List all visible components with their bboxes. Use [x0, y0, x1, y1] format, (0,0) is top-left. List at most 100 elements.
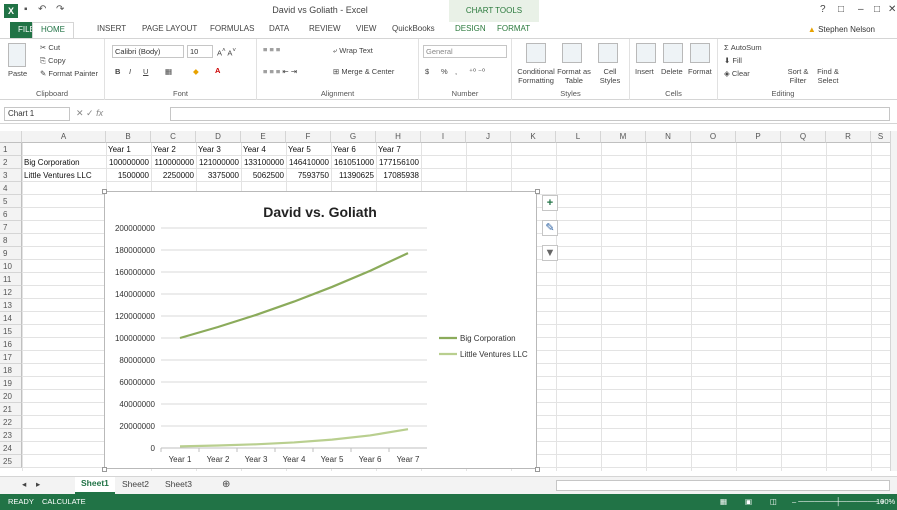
delete-cells-icon[interactable]	[663, 43, 683, 63]
row-header[interactable]: 3	[0, 169, 22, 182]
insert-button[interactable]: Insert	[635, 67, 654, 76]
cell[interactable]: Year 4	[243, 143, 284, 156]
cell[interactable]: Year 6	[333, 143, 374, 156]
cell[interactable]: 121000000	[198, 156, 239, 169]
zoom-level[interactable]: 100%	[876, 497, 895, 506]
grow-font-button[interactable]: A˄ A˅	[217, 47, 236, 58]
paste-button[interactable]: Paste	[8, 69, 27, 78]
comma-button[interactable]: ,	[455, 67, 457, 76]
sheet-nav-prev-icon[interactable]: ◂	[22, 479, 26, 490]
font-color-icon[interactable]: A	[215, 66, 220, 75]
cell[interactable]: 7593750	[288, 169, 329, 182]
row-header[interactable]: 24	[0, 442, 22, 455]
row-header[interactable]: 1	[0, 143, 22, 156]
tab-view[interactable]: VIEW	[356, 24, 376, 33]
row-header[interactable]: 14	[0, 312, 22, 325]
column-header[interactable]: H	[376, 131, 421, 143]
cell[interactable]: Year 1	[108, 143, 149, 156]
horizontal-scrollbar[interactable]	[556, 480, 890, 491]
number-format-select[interactable]: General	[423, 45, 507, 58]
bold-button[interactable]: B	[115, 67, 120, 76]
page-break-view-icon[interactable]: ◫	[770, 497, 777, 506]
row-header[interactable]: 5	[0, 195, 22, 208]
chart-elements-button[interactable]: +	[542, 195, 558, 211]
column-header[interactable]: K	[511, 131, 556, 143]
column-header[interactable]: B	[106, 131, 151, 143]
close-button[interactable]: ✕	[888, 4, 896, 15]
format-as-table-icon[interactable]	[562, 43, 582, 63]
conditional-formatting-button[interactable]: Conditional Formatting	[516, 67, 556, 85]
tab-quickbooks[interactable]: QuickBooks	[392, 24, 435, 33]
paste-icon[interactable]	[8, 43, 26, 67]
tab-formulas[interactable]: FORMULAS	[210, 24, 254, 33]
normal-view-icon[interactable]: ▦	[720, 497, 727, 506]
cell[interactable]: Big Corporation	[24, 156, 104, 169]
add-sheet-button[interactable]: ⊕	[222, 479, 230, 490]
cell-styles-button[interactable]: Cell Styles	[594, 67, 626, 85]
format-button[interactable]: Format	[688, 67, 712, 76]
align-left-icon[interactable]: ≡ ≡ ≡ ⇤ ⇥	[263, 67, 297, 76]
column-header[interactable]: Q	[781, 131, 826, 143]
column-header[interactable]: M	[601, 131, 646, 143]
format-as-table-button[interactable]: Format as Table	[556, 67, 592, 85]
column-header[interactable]: S	[871, 131, 891, 143]
find-select-button[interactable]: Find & Select	[814, 67, 842, 85]
column-header[interactable]: F	[286, 131, 331, 143]
cell[interactable]: 177156100	[378, 156, 419, 169]
row-header[interactable]: 8	[0, 234, 22, 247]
column-header[interactable]: J	[466, 131, 511, 143]
fill-color-icon[interactable]: ◆	[193, 67, 199, 76]
column-header[interactable]: D	[196, 131, 241, 143]
cell[interactable]: 11390625	[333, 169, 374, 182]
cell[interactable]: Year 2	[153, 143, 194, 156]
zoom-slider[interactable]: – ───────┼─────── +	[792, 497, 884, 506]
format-painter-button[interactable]: ✎ Format Painter	[40, 69, 98, 78]
restore-button[interactable]: □	[874, 4, 880, 15]
column-header[interactable]: L	[556, 131, 601, 143]
underline-button[interactable]: U	[143, 67, 148, 76]
row-header[interactable]: 25	[0, 455, 22, 468]
align-top-icon[interactable]: ≡ ≡ ≡	[263, 45, 280, 54]
minimize-button[interactable]: –	[858, 4, 864, 15]
chart-resize-handle[interactable]	[102, 467, 107, 472]
row-header[interactable]: 11	[0, 273, 22, 286]
column-header[interactable]: G	[331, 131, 376, 143]
chart-resize-handle[interactable]	[535, 189, 540, 194]
wrap-text-button[interactable]: ⤶ Wrap Text	[333, 46, 373, 56]
cell[interactable]: Little Ventures LLC	[24, 169, 104, 182]
cell-styles-icon[interactable]	[598, 43, 618, 63]
row-header[interactable]: 22	[0, 416, 22, 429]
tab-data[interactable]: DATA	[269, 24, 289, 33]
cell[interactable]: Year 5	[288, 143, 329, 156]
chart-resize-handle[interactable]	[102, 189, 107, 194]
tab-home[interactable]: HOME	[32, 22, 74, 38]
row-header[interactable]: 10	[0, 260, 22, 273]
row-header[interactable]: 18	[0, 364, 22, 377]
formula-input[interactable]	[170, 107, 890, 121]
cut-button[interactable]: ✂ Cut	[40, 43, 60, 52]
cell[interactable]: 1500000	[108, 169, 149, 182]
currency-button[interactable]: $	[425, 67, 429, 76]
row-header[interactable]: 20	[0, 390, 22, 403]
merge-center-button[interactable]: ⊞ Merge & Center	[333, 67, 394, 76]
percent-button[interactable]: %	[441, 67, 448, 76]
column-header[interactable]: O	[691, 131, 736, 143]
name-box[interactable]: Chart 1	[4, 107, 70, 121]
chart-styles-button[interactable]: ✎	[542, 220, 558, 236]
row-header[interactable]: 12	[0, 286, 22, 299]
row-header[interactable]: 4	[0, 182, 22, 195]
autosum-button[interactable]: Σ AutoSum	[724, 43, 762, 52]
row-header[interactable]: 2	[0, 156, 22, 169]
insert-cells-icon[interactable]	[636, 43, 656, 63]
cell[interactable]: 161051000	[333, 156, 374, 169]
copy-button[interactable]: ⎘ Copy	[40, 56, 66, 66]
page-layout-view-icon[interactable]: ▣	[745, 497, 752, 506]
column-header[interactable]: P	[736, 131, 781, 143]
conditional-formatting-icon[interactable]	[526, 43, 546, 63]
chart[interactable]: David vs. Goliath 0 20000000 40000000 600000…	[104, 191, 537, 469]
cell[interactable]: 5062500	[243, 169, 284, 182]
row-header[interactable]: 6	[0, 208, 22, 221]
column-header[interactable]: N	[646, 131, 691, 143]
help-icon[interactable]: ?	[820, 4, 826, 15]
tab-page-layout[interactable]: PAGE LAYOUT	[142, 24, 197, 33]
